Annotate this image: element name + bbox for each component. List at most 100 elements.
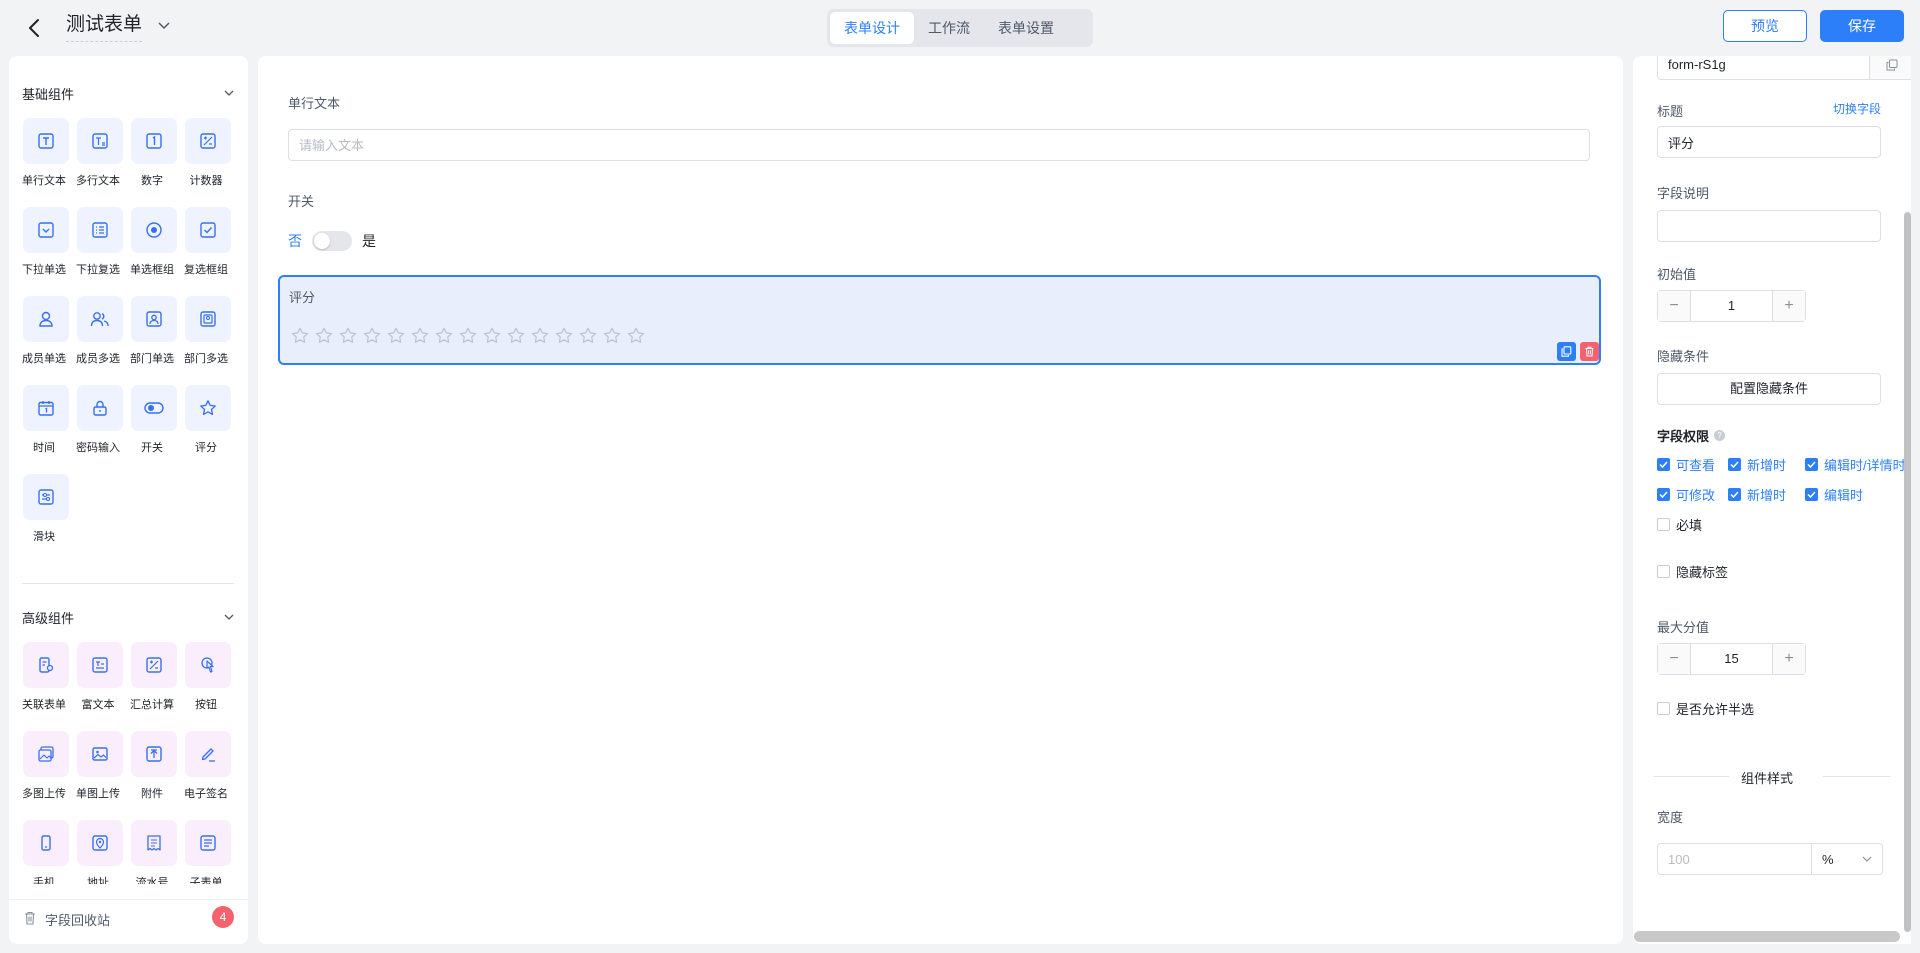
back-arrow-icon[interactable] (22, 14, 46, 42)
component-label: 地址 (87, 877, 109, 884)
rating-star-icon[interactable] (336, 325, 360, 345)
description-label: 字段说明 (1657, 186, 1710, 201)
tab-form-design[interactable]: 表单设计 (830, 12, 914, 44)
component-number[interactable]: 数字 (129, 118, 179, 198)
rating-star-icon[interactable] (408, 325, 432, 345)
component-attachment[interactable]: 附件 (129, 731, 179, 811)
component-serial-number[interactable]: 流水号 (129, 820, 179, 884)
rating-star-icon[interactable] (600, 325, 624, 345)
component-dropdown-select[interactable]: 下拉单选 (21, 207, 71, 287)
allow-half-checkbox[interactable]: 是否允许半选 (1657, 699, 1754, 717)
rating-star-icon[interactable] (528, 325, 552, 345)
component-label: 密码输入 (76, 442, 120, 454)
vertical-scrollbar[interactable] (1904, 212, 1911, 932)
rating-star-icon[interactable] (360, 325, 384, 345)
rating-star-icon[interactable] (288, 325, 312, 345)
rating-star-icon[interactable] (384, 325, 408, 345)
recycle-bin-label[interactable]: 字段回收站 (45, 910, 110, 929)
component-rating[interactable]: 评分 (183, 385, 233, 465)
component-phone[interactable]: 手机 (21, 820, 71, 884)
tab-workflow[interactable]: 工作流 (914, 12, 984, 44)
attachment-icon (131, 731, 177, 777)
initial-value-input[interactable]: 1 (1690, 291, 1773, 321)
component-linked-form[interactable]: 关联表单 (21, 642, 71, 722)
rating-field-selected[interactable]: 评分 (278, 275, 1601, 365)
component-rich-text[interactable]: 富文本 (75, 642, 125, 722)
perm-edit-checkbox[interactable]: 可修改 (1657, 485, 1715, 503)
width-unit-select[interactable]: % (1812, 843, 1883, 875)
configure-hide-condition-button[interactable]: 配置隐藏条件 (1657, 373, 1881, 405)
width-input[interactable] (1657, 843, 1812, 875)
increment-button[interactable]: + (1773, 291, 1805, 321)
component-single-image-upload[interactable]: 单图上传 (75, 731, 125, 811)
component-member-single[interactable]: 成员单选 (21, 296, 71, 376)
component-dropdown-multi[interactable]: 下拉复选 (75, 207, 125, 287)
component-summary-calc[interactable]: 汇总计算 (129, 642, 179, 722)
component-address[interactable]: 地址 (75, 820, 125, 884)
advanced-components-header[interactable]: 高级组件 (22, 607, 234, 627)
switch-on-text: 是 (362, 233, 376, 249)
basic-components-header[interactable]: 基础组件 (22, 83, 234, 103)
rating-star-icon[interactable] (504, 325, 528, 345)
tab-form-settings[interactable]: 表单设置 (984, 12, 1068, 44)
component-single-line-text[interactable]: 单行文本 (21, 118, 71, 198)
field-recycle-bin[interactable]: 字段回收站 4 (9, 899, 248, 944)
switch-field-link[interactable]: 切换字段 (1833, 100, 1881, 117)
increment-button[interactable]: + (1773, 644, 1805, 674)
title-input[interactable] (1657, 126, 1881, 158)
rating-star-icon[interactable] (552, 325, 576, 345)
component-subform[interactable]: 子表单 (183, 820, 233, 884)
checkbox-label: 编辑时/详情时 (1824, 457, 1906, 473)
component-label: 成员多选 (76, 353, 120, 365)
component-slider[interactable]: 滑块 (21, 474, 71, 554)
preview-button[interactable]: 预览 (1723, 10, 1807, 42)
rating-star-icon[interactable] (456, 325, 480, 345)
component-calculator[interactable]: 计数器 (183, 118, 233, 198)
switch-toggle[interactable] (312, 231, 352, 251)
copy-id-button[interactable] (1870, 56, 1911, 80)
decrement-button[interactable]: − (1658, 291, 1690, 321)
form-canvas: 单行文本 开关 否 是 评分 (258, 56, 1623, 944)
rating-star-icon[interactable] (480, 325, 504, 345)
perm-edit-add-checkbox[interactable]: 新增时 (1728, 485, 1786, 503)
component-department-single[interactable]: 部门单选 (129, 296, 179, 376)
horizontal-scrollbar[interactable] (1634, 931, 1900, 942)
component-member-multi[interactable]: 成员多选 (75, 296, 125, 376)
chevron-down-icon[interactable] (156, 18, 172, 34)
text-field-input[interactable] (288, 129, 1590, 161)
component-switch[interactable]: 开关 (129, 385, 179, 465)
help-icon[interactable]: ? (1714, 430, 1726, 441)
rating-star-icon[interactable] (312, 325, 336, 345)
component-multi-image-upload[interactable]: 多图上传 (21, 731, 71, 811)
checkbox-label: 隐藏标签 (1676, 564, 1729, 580)
component-multi-line-text[interactable]: 多行文本 (75, 118, 125, 198)
max-score-input[interactable]: 15 (1690, 644, 1773, 674)
checkbox-checked-icon (1728, 457, 1741, 471)
perm-view-edit-checkbox[interactable]: 编辑时/详情时 (1805, 455, 1906, 473)
rating-star-icon[interactable] (624, 325, 648, 345)
component-signature[interactable]: 电子签名 (183, 731, 233, 811)
perm-view-add-checkbox[interactable]: 新增时 (1728, 455, 1786, 473)
copy-field-button[interactable] (1557, 342, 1576, 361)
decrement-button[interactable]: − (1658, 644, 1690, 674)
component-checkbox-group[interactable]: 复选框组 (183, 207, 233, 287)
component-button[interactable]: 按钮 (183, 642, 233, 722)
perm-edit-edit-checkbox[interactable]: 编辑时 (1805, 485, 1863, 503)
rating-star-icon[interactable] (576, 325, 600, 345)
hide-tag-checkbox[interactable]: 隐藏标签 (1657, 562, 1728, 580)
hide-condition-label: 隐藏条件 (1657, 349, 1710, 364)
form-title[interactable]: 测试表单 (66, 12, 143, 42)
required-checkbox[interactable]: 必填 (1657, 515, 1702, 533)
field-id-display: form-rS1g (1657, 56, 1870, 80)
delete-field-button[interactable] (1580, 342, 1599, 361)
save-button[interactable]: 保存 (1820, 10, 1904, 42)
component-label: 手机 (33, 877, 55, 884)
description-textarea[interactable] (1657, 210, 1881, 242)
component-password[interactable]: 密码输入 (75, 385, 125, 465)
rating-star-icon[interactable] (432, 325, 456, 345)
component-time[interactable]: 时间 (21, 385, 71, 465)
perm-view-checkbox[interactable]: 可查看 (1657, 455, 1715, 473)
pointer-icon (185, 642, 231, 688)
component-radio-group[interactable]: 单选框组 (129, 207, 179, 287)
component-department-multi[interactable]: 部门多选 (183, 296, 233, 376)
